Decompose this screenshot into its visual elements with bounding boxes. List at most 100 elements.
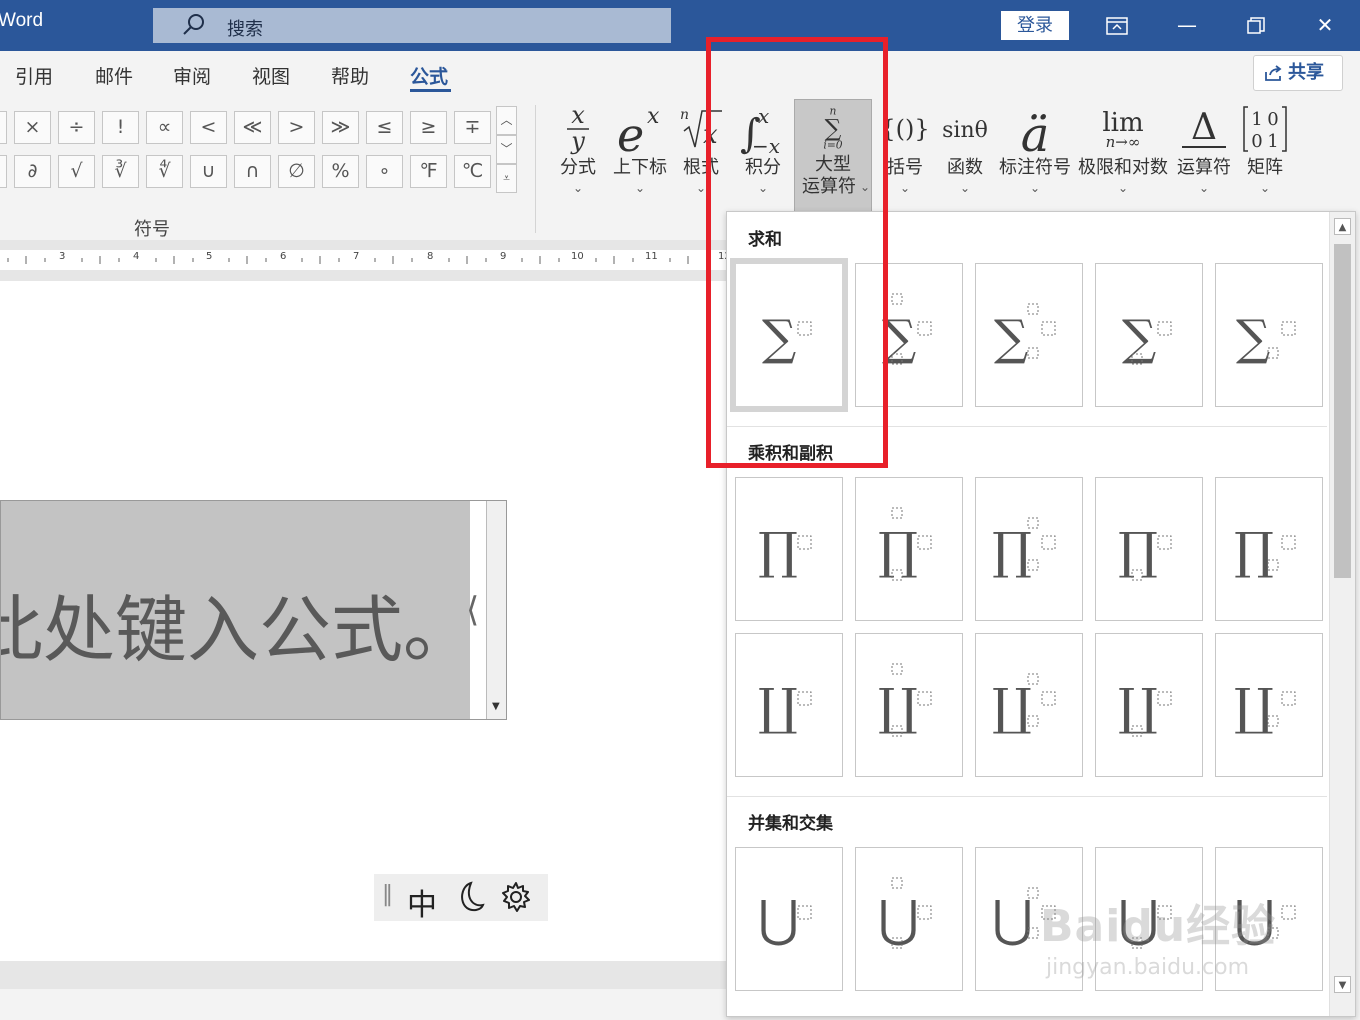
svg-text:∑: ∑ [994,310,1028,366]
accent-label: 标注符号 [999,157,1071,178]
ruler-number: 3 [59,251,66,262]
ime-language-toggle[interactable]: 中 [407,880,437,924]
login-button[interactable]: 登录 [1001,11,1069,40]
symbol-item[interactable]: < [190,111,227,144]
ruler-number: 4 [133,251,140,262]
symbol-item[interactable]: ! [102,111,139,144]
ribbon-display-icon[interactable] [1097,8,1137,43]
matrix-button[interactable]: 1 0 0 1 矩阵 ⌄ [1240,99,1290,209]
gallery-scroll-up-icon[interactable]: ︿ [496,106,517,135]
svg-text:∏: ∏ [1234,522,1274,580]
symbol-item[interactable]: ∛ [102,155,139,188]
symbol-item[interactable]: ÷ [58,111,95,144]
svg-text:∐: ∐ [758,678,798,736]
operator-button[interactable]: Δ 运算符 ⌄ [1174,99,1234,209]
coproduct-template-4[interactable]: ∐ [1095,633,1203,777]
search-box[interactable]: 搜索 [153,8,671,43]
script-button[interactable]: e x 上下标 ⌄ [611,99,669,209]
equation-box[interactable]: 此处键入公式。 ▼ [0,500,507,720]
accent-icon: ä [1021,107,1050,159]
symbol-item[interactable]: ∂ [14,155,51,188]
close-button[interactable]: ✕ [1305,8,1345,43]
union-template-1[interactable]: ⋃ [735,847,843,991]
annotation-highlight-box [706,37,888,468]
symbol-item[interactable]: ℉ [410,155,447,188]
symbol-item[interactable]: ∘ [366,155,403,188]
symbol-item[interactable]: ∜ [146,155,183,188]
product-template-5[interactable]: ∏ [1215,477,1323,621]
gallery-expand-icon[interactable]: ⩡ [496,164,517,193]
bracket-label: 括号 [887,157,923,178]
gallery-scroll-down-icon[interactable]: ﹀ [496,135,517,164]
symbol-item[interactable]: √ [58,155,95,188]
tab-help[interactable]: 帮助 [331,62,369,89]
chevron-down-icon: ⌄ [899,181,911,195]
scroll-down-icon[interactable]: ▼ [1334,976,1351,993]
svg-text:sinθ: sinθ [942,118,988,143]
summation-template-3[interactable]: ∑ [975,263,1083,407]
union-template-2[interactable]: ⋃ [855,847,963,991]
svg-text:n: n [680,107,689,123]
tab-mailings[interactable]: 邮件 [95,62,133,89]
equation-placeholder-area[interactable]: 此处键入公式。 [1,501,470,719]
svg-text:⋃: ⋃ [992,890,1033,948]
svg-text:∏: ∏ [758,522,798,580]
bracket-button[interactable]: {()} 括号 ⌄ [882,99,928,209]
chevron-down-icon: ⌄ [1117,181,1129,195]
active-tab-indicator [410,89,451,92]
tab-equation[interactable]: 公式 [410,62,448,89]
search-placeholder: 搜索 [227,19,263,40]
symbol-item[interactable]: % [322,155,359,188]
symbol-item[interactable]: ∓ [454,111,491,144]
function-button[interactable]: sinθ 函数 ⌄ [937,99,993,209]
svg-text:y: y [570,127,585,155]
symbol-item[interactable]: ℃ [454,155,491,188]
symbol-item[interactable]: ≫ [322,111,359,144]
coproduct-template-1[interactable]: ∐ [735,633,843,777]
limit-log-button[interactable]: lim n→∞ 极限和对数 ⌄ [1076,99,1170,209]
symbol-item[interactable] [0,155,7,188]
chevron-down-icon: ⌄ [1029,181,1041,195]
tab-references[interactable]: 引用 [15,62,53,89]
symbol-item[interactable]: ∅ [278,155,315,188]
tab-view[interactable]: 视图 [252,62,290,89]
product-template-3[interactable]: ∏ [975,477,1083,621]
minimize-button[interactable]: — [1167,8,1207,43]
moon-icon[interactable] [453,880,485,914]
restore-button[interactable] [1236,8,1276,43]
svg-text:x: x [571,101,585,129]
symbol-item[interactable]: > [278,111,315,144]
symbol-item[interactable]: × [14,111,51,144]
equation-options-handle[interactable]: ▼ [486,501,506,719]
product-template-2[interactable]: ∏ [855,477,963,621]
symbol-item[interactable]: ∝ [146,111,183,144]
coproduct-template-2[interactable]: ∐ [855,633,963,777]
coproduct-template-3[interactable]: ∐ [975,633,1083,777]
share-button[interactable]: 共享 [1253,55,1343,91]
symbol-item[interactable]: ≤ [366,111,403,144]
symbol-item[interactable]: ≥ [410,111,447,144]
product-template-4[interactable]: ∏ [1095,477,1203,621]
section-divider [727,796,1327,797]
fraction-button[interactable]: x y 分式 ⌄ [553,99,603,209]
symbol-item[interactable] [0,111,7,144]
accent-button[interactable]: ä 标注符号 ⌄ [998,99,1072,209]
tab-review[interactable]: 审阅 [173,62,211,89]
gear-icon[interactable] [500,881,532,913]
summation-template-5[interactable]: ∑ [1215,263,1323,407]
section-header-union-intersection: 并集和交集 [748,814,833,834]
symbol-item[interactable]: ∩ [234,155,271,188]
grip-icon[interactable]: ‖ [382,882,393,907]
symbol-item[interactable]: ≪ [234,111,271,144]
product-template-1[interactable]: ∏ [735,477,843,621]
coproduct-template-5[interactable]: ∐ [1215,633,1323,777]
scrollbar-thumb[interactable] [1334,244,1351,578]
function-icon: sinθ [942,118,988,143]
ruler-strip [0,250,727,270]
gallery-scrollbar[interactable]: ▲ ▼ [1329,212,1355,1016]
horizontal-ruler[interactable]: 3 4 5 6 7 8 9 10 11 12 [0,240,731,281]
symbol-item[interactable]: ∪ [190,155,227,188]
equation-cursor-arrow-icon: ⟨ [466,590,480,630]
scroll-up-icon[interactable]: ▲ [1334,218,1351,235]
summation-template-4[interactable]: ∑ [1095,263,1203,407]
